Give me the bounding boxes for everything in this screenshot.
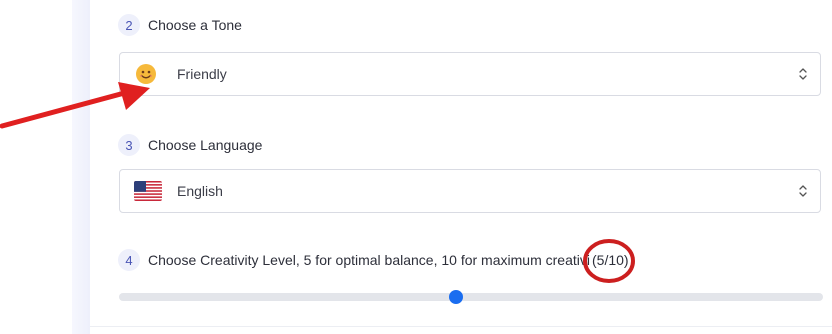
chevron-updown-icon (799, 68, 807, 80)
step-label: Choose Language (148, 137, 263, 153)
annotation-circle-icon (583, 239, 635, 283)
annotation-arrow-icon (0, 82, 150, 129)
step-tone: 2 Choose a Tone (118, 14, 242, 36)
creativity-slider-thumb[interactable] (449, 290, 463, 304)
us-flag-icon (134, 181, 162, 201)
language-select-value: English (177, 183, 223, 199)
language-select[interactable]: English (119, 169, 821, 213)
step-label: Choose a Tone (148, 17, 242, 33)
tone-select-value: Friendly (177, 66, 227, 82)
step-number-badge: 4 (118, 249, 140, 271)
divider (90, 326, 832, 327)
step-creativity: 4 Choose Creativity Level, 5 for optimal… (118, 249, 601, 271)
chevron-updown-icon (799, 185, 807, 197)
creativity-slider-track[interactable] (119, 293, 823, 301)
step-label: Choose Creativity Level, 5 for optimal b… (148, 252, 601, 268)
panel-shadow (72, 0, 90, 334)
step-number-badge: 2 (118, 14, 140, 36)
tone-select[interactable]: Friendly (119, 52, 821, 96)
settings-panel (90, 0, 832, 334)
